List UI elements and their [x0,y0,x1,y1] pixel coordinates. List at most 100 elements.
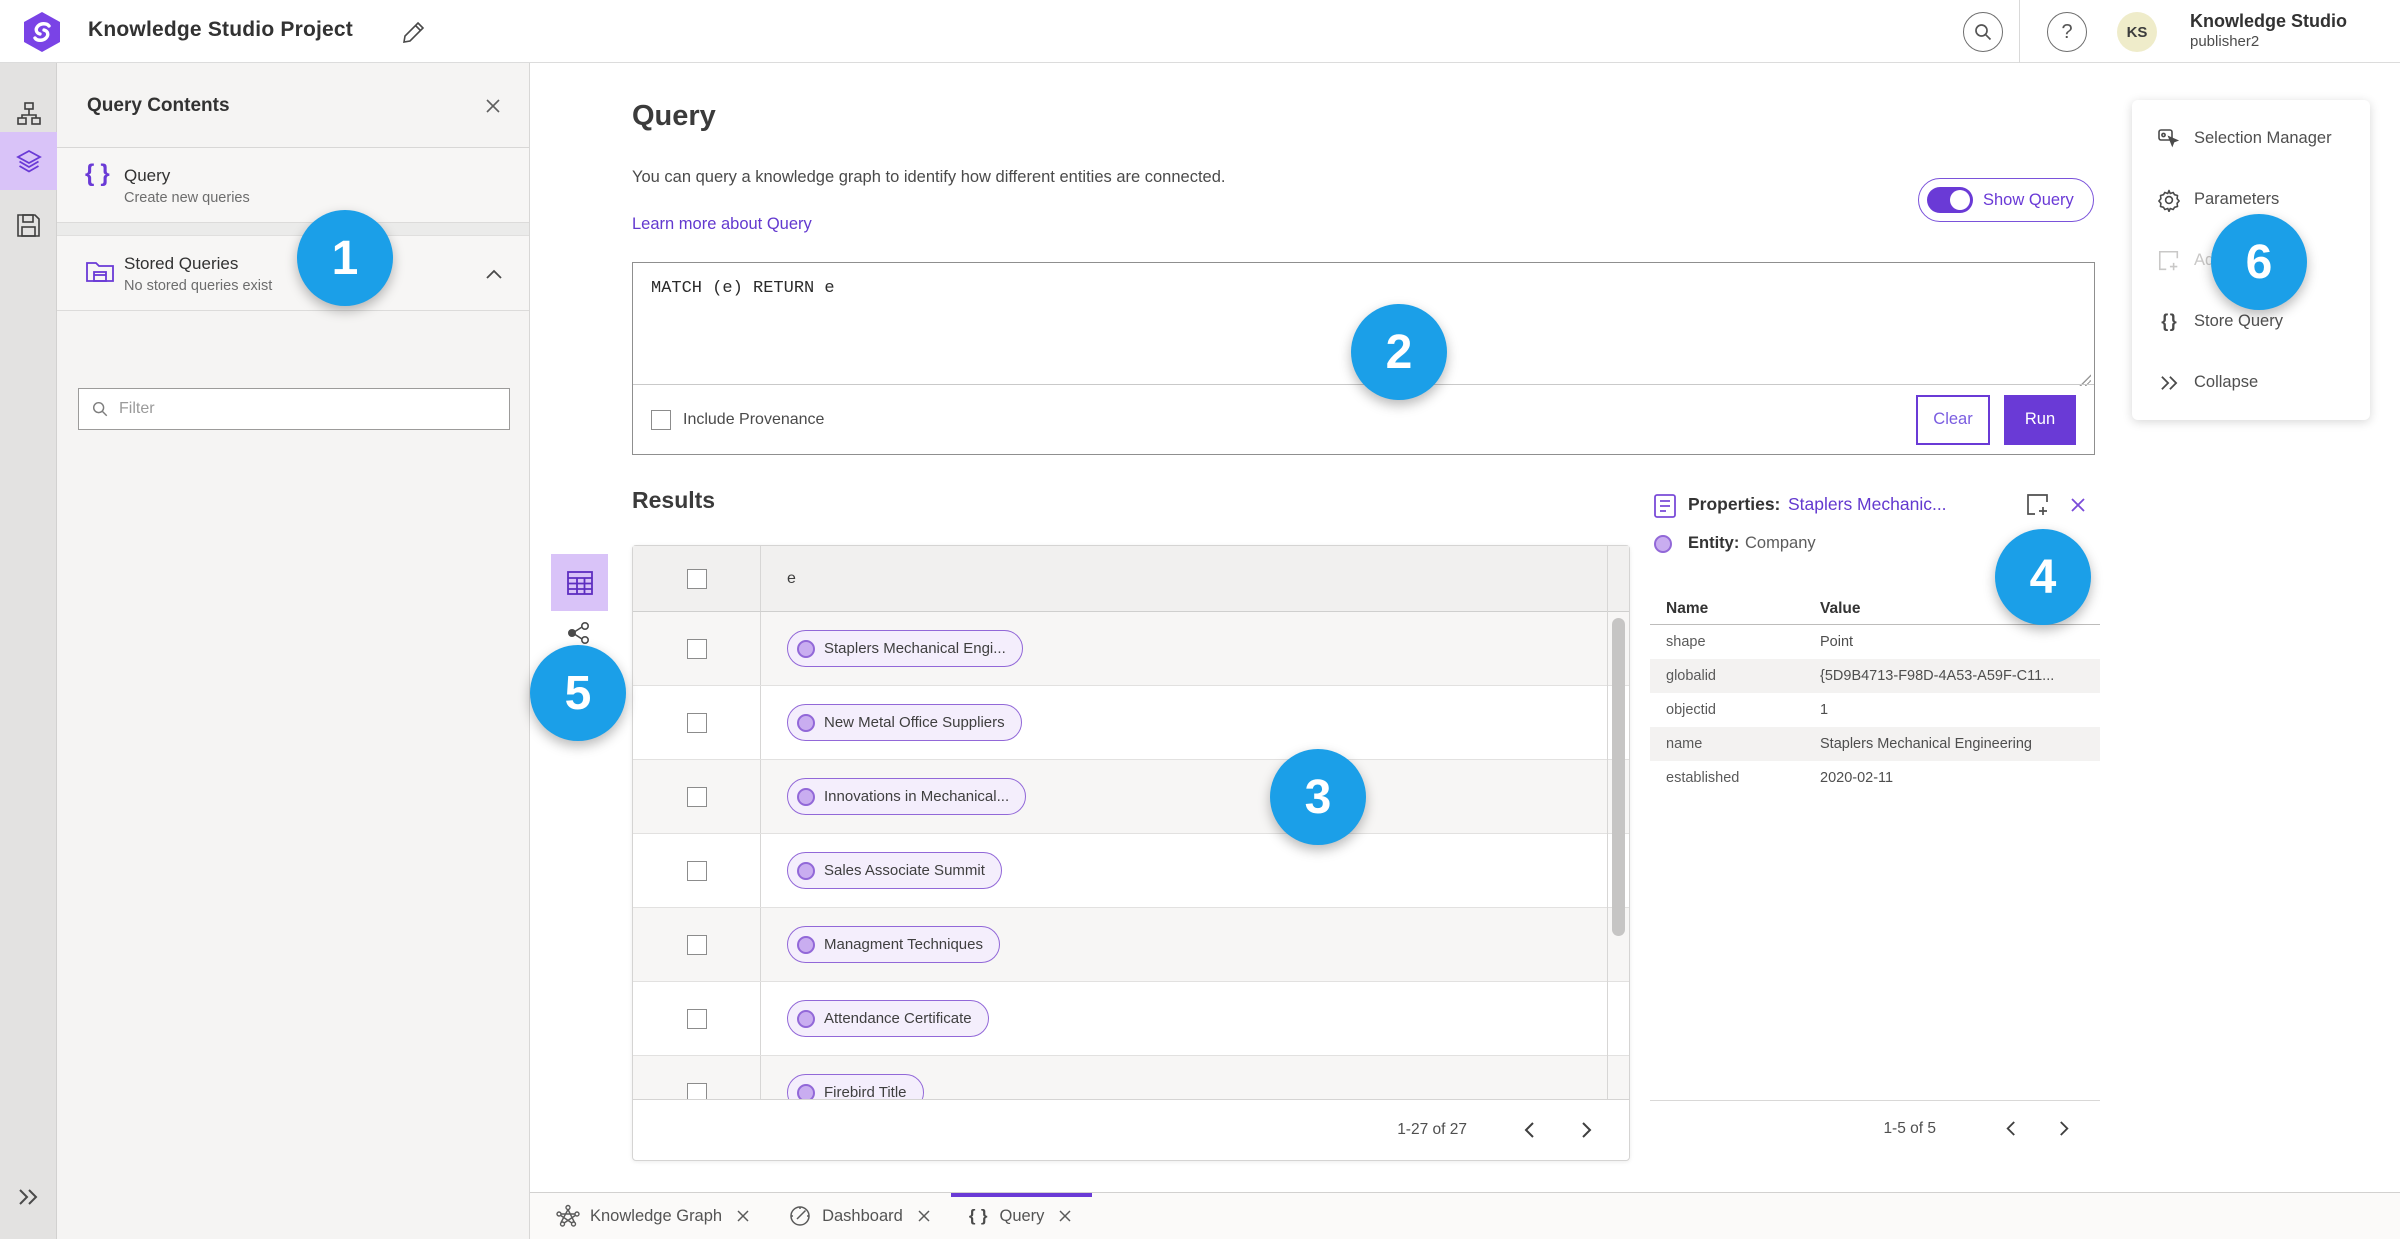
results-rows-viewport: Staplers Mechanical Engi... New Metal Of… [633,612,1629,1100]
entity-pill[interactable]: Sales Associate Summit [787,852,1002,889]
menu-item-label: Store Query [2194,312,2283,330]
help-button[interactable]: ? [2047,12,2087,52]
question-mark-icon: ? [2061,20,2073,43]
properties-entity-link[interactable]: Staplers Mechanic... [1788,494,1947,515]
entity-dot-icon [797,935,815,954]
add-to-selection-icon[interactable] [2025,492,2051,518]
app-logo-icon[interactable] [20,10,64,54]
select-all-checkbox[interactable] [686,568,707,589]
properties-next-page-chevron-icon[interactable] [2044,1109,2084,1149]
properties-close-icon[interactable] [2068,495,2088,515]
tab-label: Knowledge Graph [590,1206,723,1225]
bottom-tab-bar: Knowledge Graph Dashboard { } Query [530,1192,2400,1239]
rail-item-save[interactable] [0,196,57,254]
results-prev-page-chevron-icon[interactable] [1509,1110,1549,1150]
properties-pagination: 1-5 of 5 [1650,1100,2100,1156]
tab-close-icon[interactable] [734,1207,752,1225]
tab-dashboard[interactable]: Dashboard [770,1193,951,1239]
entity-dot-icon [797,1009,815,1028]
row-checkbox[interactable] [686,638,707,659]
row-checkbox[interactable] [686,1008,707,1029]
property-row: shape Point [1650,625,2100,659]
row-checkbox[interactable] [686,860,707,881]
query-toolbar: Include Provenance Clear Run [633,384,2094,454]
results-pagination-text: 1-27 of 27 [1397,1121,1467,1138]
rail-item-contents-selected[interactable] [0,132,57,190]
panel-item-query[interactable]: { } Query Create new queries [57,148,529,223]
results-scrollbar-track[interactable] [1607,546,1629,1100]
results-table-header: e [633,546,1629,612]
clear-button[interactable]: Clear [1916,394,1990,445]
results-table: e Staplers Mechanical Engi... New Metal … [632,545,1630,1161]
property-name: established [1666,770,1740,786]
edit-title-pencil-icon[interactable] [402,20,426,44]
tab-close-icon[interactable] [915,1207,933,1225]
row-checkbox[interactable] [686,712,707,733]
entity-type-value: Company [1745,534,1816,552]
property-row: established 2020-02-11 [1650,761,2100,795]
link-chart-icon [564,621,594,645]
toggle-track[interactable] [1927,187,1973,213]
entity-dot-icon [797,1083,815,1100]
property-name: name [1666,736,1703,752]
tab-label: Query [999,1206,1045,1225]
stored-queries-filter[interactable] [78,388,510,430]
toggle-knob [1950,190,1970,210]
save-floppy-icon [16,213,41,238]
table-view-button[interactable] [551,554,608,611]
entity-dot-icon [797,787,815,806]
results-pagination: 1-27 of 27 [633,1099,1629,1160]
results-next-page-chevron-icon[interactable] [1567,1110,1607,1150]
learn-more-link[interactable]: Learn more about Query [632,215,812,234]
tab-knowledge-graph[interactable]: Knowledge Graph [538,1193,770,1239]
include-provenance-checkbox[interactable] [651,409,671,430]
entity-pill-label: Firebird Title [824,1084,907,1100]
properties-pagination-text: 1-5 of 5 [1883,1119,1936,1137]
callout-badge-2: 2 [1351,304,1447,400]
show-query-toggle[interactable]: Show Query [1918,178,2094,222]
menu-item-collapse[interactable]: Collapse [2132,352,2370,413]
property-value: 1 [1820,702,1829,718]
property-name: globalid [1666,668,1716,684]
collapse-section-chevron-icon[interactable] [485,268,503,280]
row-checkbox[interactable] [686,786,707,807]
filter-input[interactable] [119,400,497,418]
row-checkbox[interactable] [686,934,707,955]
row-checkbox[interactable] [686,1082,707,1100]
table-row: Firebird Title [633,1056,1629,1100]
search-icon [1973,22,1993,42]
knowledge-graph-icon [556,1204,580,1228]
user-avatar[interactable]: KS [2117,12,2157,52]
properties-label: Properties: [1688,494,1781,514]
entity-pill[interactable]: Attendance Certificate [787,1000,989,1037]
entity-pill[interactable]: Innovations in Mechanical... [787,778,1027,815]
entity-pill[interactable]: Firebird Title [787,1074,924,1100]
panel-item-stored-queries[interactable]: Stored Queries No stored queries exist [57,236,529,311]
properties-prev-page-chevron-icon[interactable] [1990,1109,2030,1149]
include-provenance-label: Include Provenance [683,410,825,428]
contents-panel-close-icon[interactable] [482,95,504,117]
curly-braces-icon: { } [2161,311,2177,331]
entity-pill[interactable]: Staplers Mechanical Engi... [787,630,1023,667]
project-title: Knowledge Studio Project [88,18,353,41]
table-row: New Metal Office Suppliers [633,686,1629,760]
search-button[interactable] [1963,12,2003,52]
account-name: Knowledge Studio [2190,11,2347,31]
link-chart-view-button[interactable] [562,618,596,648]
menu-item-selection-manager[interactable]: Selection Manager [2132,108,2370,169]
tab-query-active[interactable]: { } Query [950,1193,1093,1239]
entity-dot-icon [1654,535,1672,553]
account-info[interactable]: Knowledge Studio publisher2 [2190,10,2347,51]
double-chevron-right-icon [16,1188,40,1206]
table-row: Innovations in Mechanical... [633,760,1629,834]
results-scrollbar-thumb[interactable] [1612,618,1625,936]
tab-close-icon[interactable] [1056,1207,1074,1225]
expand-rail-button[interactable] [9,1178,47,1216]
property-value: 2020-02-11 [1820,770,1894,786]
entity-pill[interactable]: New Metal Office Suppliers [787,704,1022,741]
panel-gap [57,223,529,236]
layers-icon [15,148,42,174]
entity-pill[interactable]: Managment Techniques [787,926,1000,963]
run-button[interactable]: Run [2004,394,2076,445]
contents-panel-header: Query Contents [57,63,529,148]
